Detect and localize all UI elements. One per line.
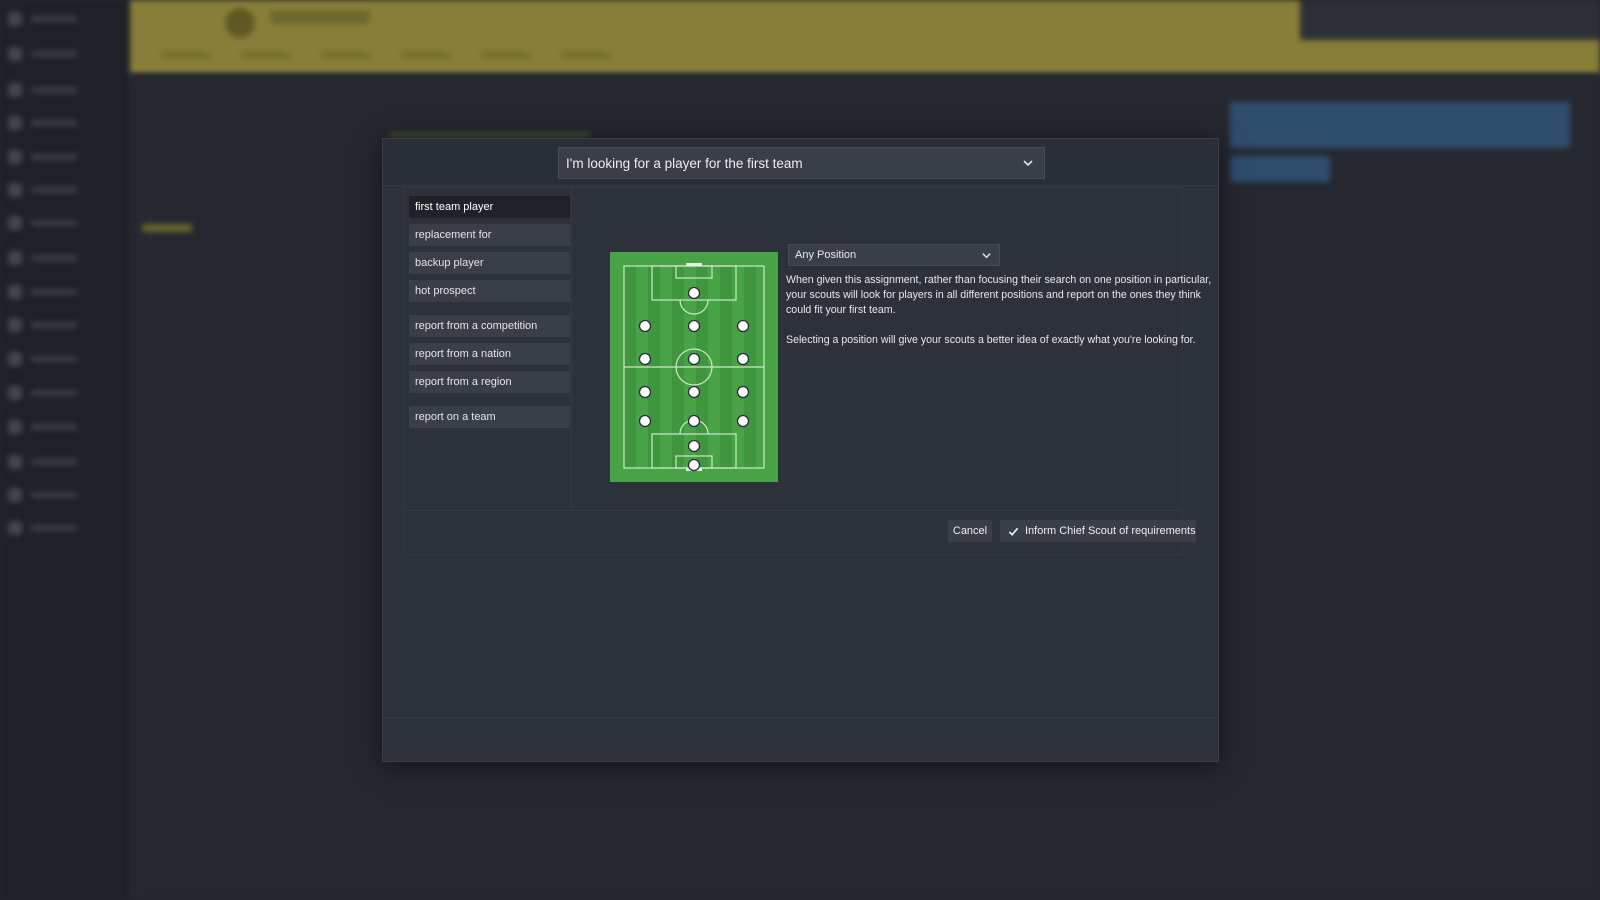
position-slot	[687, 458, 701, 472]
description-paragraph: When given this assignment, rather than …	[786, 274, 1212, 316]
position-slot	[736, 319, 750, 333]
position-slot	[638, 414, 652, 428]
assignment-options: first team player replacement for backup…	[409, 188, 572, 508]
chevron-down-icon	[1023, 160, 1033, 167]
position-slot	[687, 439, 701, 453]
formation-pitch[interactable]	[610, 252, 778, 482]
option-report-from-nation[interactable]: report from a nation	[409, 343, 570, 365]
position-slot	[736, 385, 750, 399]
assignment-description: When given this assignment, rather than …	[786, 273, 1216, 348]
inform-chief-scout-label: Inform Chief Scout of requirements	[1025, 525, 1196, 537]
assignment-type-value: I'm looking for a player for the first t…	[566, 155, 803, 171]
position-dropdown[interactable]: Any Position	[788, 244, 1000, 266]
inform-chief-scout-button[interactable]: Inform Chief Scout of requirements	[1000, 520, 1196, 542]
assignment-panel: first team player replacement for backup…	[403, 187, 1211, 555]
position-slot	[638, 319, 652, 333]
option-report-on-team[interactable]: report on a team	[409, 406, 570, 428]
position-slot	[687, 352, 701, 366]
assignment-type-dropdown[interactable]: I'm looking for a player for the first t…	[558, 147, 1045, 179]
position-slot	[736, 352, 750, 366]
description-paragraph: Selecting a position will give your scou…	[786, 334, 1196, 346]
position-dropdown-value: Any Position	[795, 249, 857, 261]
position-slot	[687, 414, 701, 428]
option-backup-player[interactable]: backup player	[409, 252, 570, 274]
checkmark-icon	[1008, 527, 1019, 536]
position-slot	[638, 352, 652, 366]
position-slot	[687, 385, 701, 399]
option-hot-prospect[interactable]: hot prospect	[409, 280, 570, 302]
position-slot	[638, 385, 652, 399]
scouting-assignment-dialog: I'm looking for a player for the first t…	[382, 138, 1219, 762]
position-slot	[736, 414, 750, 428]
footer-divider	[403, 510, 1183, 511]
position-slot	[687, 319, 701, 333]
option-report-from-competition[interactable]: report from a competition	[409, 315, 570, 337]
cancel-button[interactable]: Cancel	[948, 520, 992, 542]
chevron-down-icon	[982, 253, 991, 259]
position-slot	[687, 286, 701, 300]
option-report-from-region[interactable]: report from a region	[409, 371, 570, 393]
option-replacement-for[interactable]: replacement for	[409, 224, 570, 246]
dialog-bottom-divider	[383, 717, 1218, 718]
option-first-team-player[interactable]: first team player	[409, 196, 570, 218]
dialog-header: I'm looking for a player for the first t…	[383, 139, 1218, 186]
